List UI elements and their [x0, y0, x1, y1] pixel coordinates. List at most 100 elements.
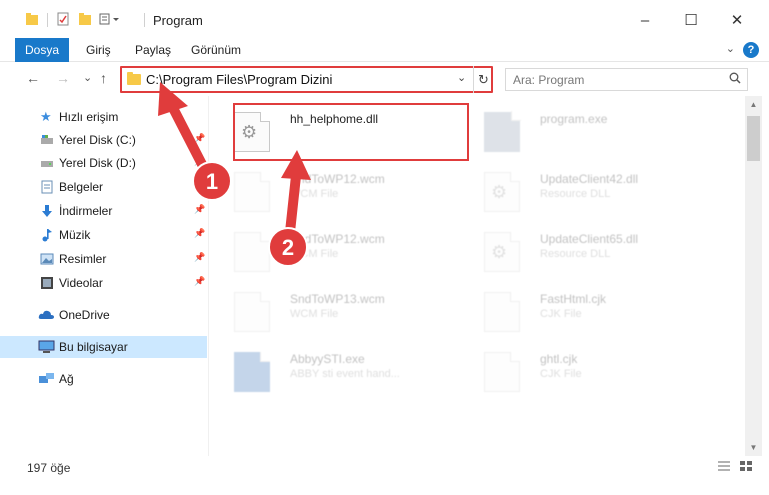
- file-item-fasthtml-cjk[interactable]: FastHtml.cjk CJK File: [464, 282, 704, 338]
- chevron-down-icon[interactable]: ⌄: [457, 71, 466, 84]
- forward-button[interactable]: →: [56, 70, 70, 86]
- drive-icon: [40, 156, 54, 170]
- cloud-icon: [38, 308, 55, 322]
- properties-icon[interactable]: [56, 12, 70, 26]
- title-bar: Program – ☐ ✕: [0, 0, 769, 38]
- search-icon[interactable]: [729, 72, 741, 87]
- music-icon: [40, 228, 54, 242]
- new-folder-icon[interactable]: [78, 12, 92, 26]
- sidebar-item-network[interactable]: Ağ: [0, 368, 207, 390]
- file-type: WCM File: [290, 188, 339, 200]
- file-type: CJK File: [540, 308, 582, 320]
- sidebar-item-label: İndirmeler: [59, 204, 113, 218]
- folder-icon: [25, 12, 39, 26]
- scroll-thumb[interactable]: [747, 116, 760, 161]
- address-row: ← → ⌄ ↑ C:\Program Files\Program Dizini …: [0, 62, 769, 96]
- pane-divider: [208, 96, 209, 456]
- address-path[interactable]: C:\Program Files\Program Dizini: [146, 72, 332, 87]
- help-button[interactable]: ?: [743, 42, 759, 58]
- address-bar[interactable]: C:\Program Files\Program Dizini ⌄ ↻: [120, 66, 493, 93]
- customize-toolbar-icon[interactable]: [99, 12, 119, 26]
- file-item-sndtowp12-wcm[interactable]: SndToWP12.wcm WCM File: [214, 162, 454, 218]
- file-item-abbyysti-exe[interactable]: AbbyySTI.exe ABBY sti event hand...: [214, 342, 454, 398]
- window-title: Program: [153, 13, 203, 28]
- file-name: FastHtml.cjk: [540, 292, 606, 306]
- tab-file[interactable]: Dosya: [15, 38, 69, 62]
- sidebar-item-disk-d[interactable]: Yerel Disk (D:) 📌: [0, 152, 207, 174]
- vertical-scrollbar[interactable]: ▲ ▼: [745, 96, 762, 456]
- maximize-button[interactable]: ☐: [676, 8, 706, 32]
- sidebar-item-label: Resimler: [59, 252, 107, 266]
- pin-icon: 📌: [194, 204, 206, 214]
- exe-file-icon: [484, 111, 521, 152]
- sidebar-item-label: OneDrive: [59, 308, 110, 322]
- minimize-button[interactable]: –: [630, 8, 660, 32]
- file-type: ABBY sti event hand...: [290, 368, 400, 380]
- sidebar-item-onedrive[interactable]: OneDrive: [0, 304, 207, 326]
- back-button[interactable]: ←: [26, 70, 40, 86]
- sidebar-item-videos[interactable]: Videolar 📌: [0, 272, 207, 294]
- documents-icon: [40, 180, 54, 194]
- file-item-ghtl-cjk[interactable]: ghtl.cjk CJK File: [464, 342, 704, 398]
- highlight-box: [233, 103, 469, 161]
- sidebar-item-downloads[interactable]: İndirmeler 📌: [0, 200, 207, 222]
- gear-icon: ⚙: [491, 182, 508, 202]
- file-icon: [484, 352, 520, 392]
- sidebar-item-this-pc[interactable]: Bu bilgisayar: [0, 336, 207, 358]
- star-icon: ★: [40, 109, 52, 124]
- file-name: UpdateClient42.dll: [540, 172, 639, 186]
- tab-share[interactable]: Paylaş: [135, 38, 171, 62]
- sidebar-item-documents[interactable]: Belgeler 📌: [0, 176, 207, 198]
- file-icon: [484, 292, 520, 332]
- large-icons-view-icon[interactable]: [738, 460, 754, 474]
- file-icon: [234, 232, 270, 272]
- file-type: WCM File: [290, 308, 339, 320]
- sidebar-item-quick-access[interactable]: ★ Hızlı erişim: [0, 106, 207, 128]
- sidebar-item-label: Ağ: [59, 372, 74, 386]
- file-type: Resource DLL: [540, 188, 611, 200]
- up-button[interactable]: ↑: [100, 70, 107, 86]
- sidebar-item-label: Yerel Disk (D:): [59, 156, 136, 170]
- close-button[interactable]: ✕: [722, 8, 752, 32]
- pin-icon: 📌: [194, 156, 206, 166]
- search-box[interactable]: [505, 68, 748, 91]
- gear-icon: ⚙: [491, 242, 508, 262]
- sidebar-item-label: Müzik: [59, 228, 91, 242]
- search-input[interactable]: [506, 69, 716, 90]
- scroll-up-icon[interactable]: ▲: [745, 96, 762, 113]
- downloads-icon: [40, 204, 54, 218]
- videos-icon: [40, 276, 54, 290]
- sidebar-item-music[interactable]: Müzik 📌: [0, 224, 207, 246]
- ribbon-tabs: Dosya Giriş Paylaş Görünüm ⌄ ?: [0, 38, 769, 62]
- file-item-sndtowp12-wcm[interactable]: SndToWP12.wcm WCM File: [214, 222, 454, 278]
- sidebar-item-pictures[interactable]: Resimler 📌: [0, 248, 207, 270]
- item-count: 197 öğe: [27, 461, 71, 475]
- navigation-pane: ★ Hızlı erişim Yerel Disk (C:) 📌 Yerel D…: [0, 96, 208, 456]
- file-item-sndtowp13-wcm[interactable]: SndToWP13.wcm WCM File: [214, 282, 454, 338]
- pin-icon: 📌: [194, 228, 206, 238]
- file-name: SndToWP12.wcm: [290, 172, 385, 186]
- scroll-down-icon[interactable]: ▼: [745, 439, 762, 456]
- details-view-icon[interactable]: [716, 460, 732, 474]
- tab-view[interactable]: Görünüm: [191, 38, 241, 62]
- file-item-updateclient65-dll[interactable]: ⚙ UpdateClient65.dll Resource DLL: [464, 222, 704, 278]
- file-name: program.exe: [540, 112, 608, 126]
- recent-locations-button[interactable]: ⌄: [83, 71, 92, 84]
- chevron-down-icon[interactable]: ⌄: [726, 42, 735, 55]
- drive-icon: [40, 133, 54, 147]
- tab-home[interactable]: Giriş: [86, 38, 111, 62]
- sidebar-item-label: Yerel Disk (C:): [59, 133, 136, 147]
- file-name: ghtl.cjk: [540, 352, 578, 366]
- exe-file-icon: [234, 352, 270, 392]
- file-list: ⚙ hh_helphome.dll program.exe SndToWP12.…: [214, 96, 744, 456]
- file-item-updateclient42-dll[interactable]: ⚙ UpdateClient42.dll Resource DLL: [464, 162, 704, 218]
- pictures-icon: [40, 252, 54, 266]
- sidebar-item-disk-c[interactable]: Yerel Disk (C:) 📌: [0, 129, 207, 151]
- toolbar-divider: [47, 13, 48, 27]
- sidebar-item-label: Bu bilgisayar: [59, 340, 128, 354]
- pin-icon: 📌: [194, 276, 206, 286]
- sidebar-item-label: Hızlı erişim: [59, 110, 119, 124]
- file-item-program-exe[interactable]: program.exe: [464, 102, 704, 158]
- refresh-button[interactable]: ↻: [473, 66, 493, 93]
- file-name: SndToWP12.wcm: [290, 232, 385, 246]
